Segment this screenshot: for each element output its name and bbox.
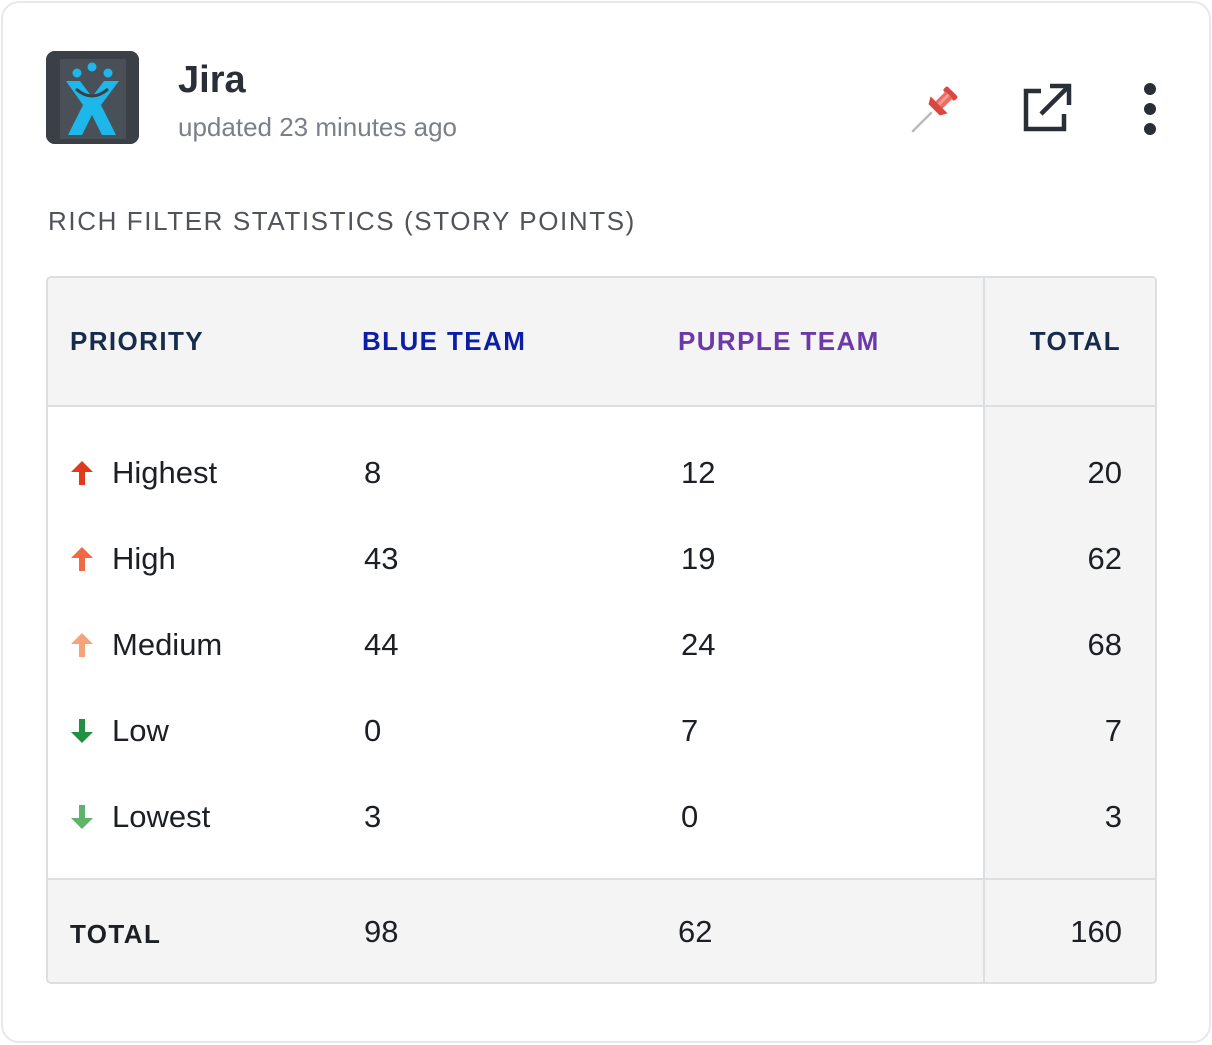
row-total-value[interactable]: 62: [983, 539, 1122, 579]
row-priority-label[interactable]: High: [112, 539, 176, 579]
priority-lowest-arrow-down-icon: [71, 805, 93, 829]
row-blue-value[interactable]: 43: [364, 539, 398, 579]
footer-grand-total[interactable]: 160: [983, 912, 1122, 952]
app-title: Jira: [178, 59, 246, 101]
statistics-table: PRIORITY BLUE TEAM PURPLE TEAM TOTAL Hig…: [46, 276, 1157, 984]
row-priority-label[interactable]: Medium: [112, 625, 222, 665]
pin-icon: [911, 86, 958, 133]
row-blue-value[interactable]: 8: [364, 453, 381, 493]
open-external-icon: [1023, 83, 1072, 132]
row-total-value[interactable]: 3: [983, 797, 1122, 837]
footer-purple-total[interactable]: 62: [678, 912, 712, 952]
row-purple-value[interactable]: 19: [681, 539, 715, 579]
row-blue-value[interactable]: 0: [364, 711, 381, 751]
row-purple-value[interactable]: 7: [681, 711, 698, 751]
row-total-value[interactable]: 68: [983, 625, 1122, 665]
open-external-button[interactable]: [1016, 79, 1076, 139]
priority-highest-arrow-up-icon: [71, 461, 93, 485]
column-header-purple-team[interactable]: PURPLE TEAM: [678, 324, 880, 358]
column-header-priority[interactable]: PRIORITY: [70, 324, 204, 358]
priority-medium-arrow-up-icon: [71, 633, 93, 657]
jira-logo-icon: [46, 51, 139, 144]
row-blue-value[interactable]: 3: [364, 797, 381, 837]
priority-low-arrow-down-icon: [71, 719, 93, 743]
footer-blue-total[interactable]: 98: [364, 912, 398, 952]
row-purple-value[interactable]: 12: [681, 453, 715, 493]
row-priority-label[interactable]: Highest: [112, 453, 217, 493]
column-header-total[interactable]: TOTAL: [983, 324, 1121, 358]
updated-timestamp: updated 23 minutes ago: [178, 112, 457, 142]
priority-high-arrow-up-icon: [71, 547, 93, 571]
section-title: RICH FILTER STATISTICS (STORY POINTS): [48, 206, 636, 236]
more-vertical-icon: [1144, 83, 1156, 135]
more-options-button[interactable]: [1129, 79, 1171, 139]
row-total-value[interactable]: 20: [983, 453, 1122, 493]
jira-gadget-card: Jira updated 23 minutes ago RICH FILTER …: [1, 1, 1211, 1043]
row-total-value[interactable]: 7: [983, 711, 1122, 751]
pin-button[interactable]: [905, 79, 965, 139]
row-purple-value[interactable]: 0: [681, 797, 698, 837]
row-blue-value[interactable]: 44: [364, 625, 398, 665]
row-purple-value[interactable]: 24: [681, 625, 715, 665]
footer-total-label: TOTAL: [70, 919, 162, 949]
row-priority-label[interactable]: Low: [112, 711, 169, 751]
row-priority-label[interactable]: Lowest: [112, 797, 210, 837]
column-header-blue-team[interactable]: BLUE TEAM: [362, 324, 526, 358]
